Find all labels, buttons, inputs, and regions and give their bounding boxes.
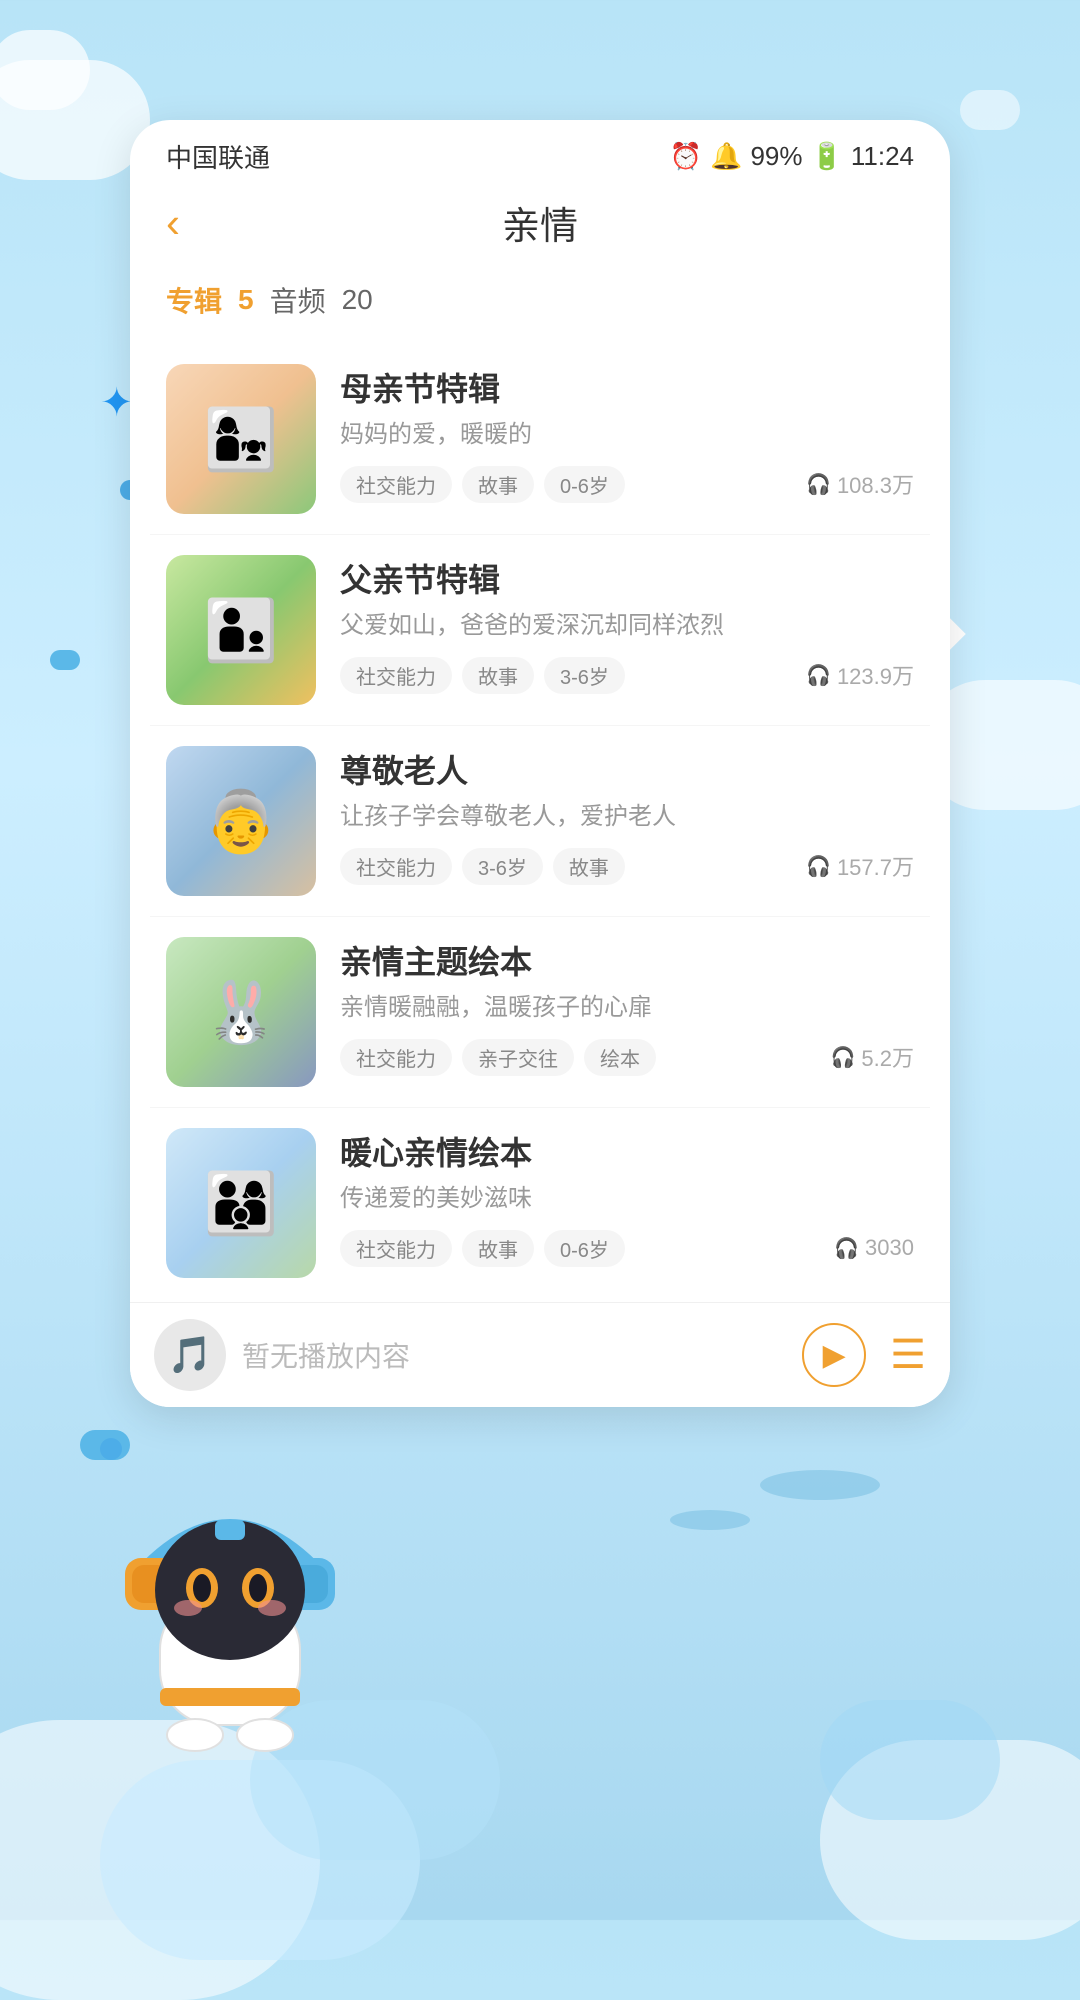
headphone-icon-4: 🎧: [831, 1045, 856, 1070]
tag-story-1: 故事: [462, 466, 534, 503]
playlist-button[interactable]: ☰: [890, 1332, 926, 1378]
alarm-icon: ⏰: [670, 141, 702, 172]
tag-story-5: 故事: [462, 1230, 534, 1267]
album-title-1: 母亲节特辑: [340, 364, 914, 410]
album-info-1: 母亲节特辑 妈妈的爱，暖暖的 社交能力 故事 0-6岁 🎧 108.3万: [340, 364, 914, 503]
back-button[interactable]: ‹: [166, 199, 180, 247]
album-list: 👩‍👧 母亲节特辑 妈妈的爱，暖暖的 社交能力 故事 0-6岁 🎧 108.3万: [130, 344, 950, 1298]
play-count-3: 🎧 157.7万: [806, 850, 914, 882]
tag-social-5: 社交能力: [340, 1230, 452, 1267]
page-title: 亲情: [502, 195, 578, 250]
tag-social-4: 社交能力: [340, 1039, 452, 1076]
tag-age-3: 3-6岁: [462, 848, 543, 885]
album-desc-1: 妈妈的爱，暖暖的: [340, 418, 914, 452]
album-desc-4: 亲情暖融融，温暖孩子的心扉: [340, 991, 914, 1025]
status-right: ⏰ 🔔 99% 🔋 11:24: [670, 141, 914, 172]
album-title-4: 亲情主题绘本: [340, 937, 914, 983]
album-desc-2: 父爱如山，爸爸的爱深沉却同样浓烈: [340, 609, 914, 643]
album-info-2: 父亲节特辑 父爱如山，爸爸的爱深沉却同样浓烈 社交能力 故事 3-6岁 🎧 12…: [340, 555, 914, 694]
headphone-icon-2: 🎧: [806, 663, 831, 688]
cloud-decoration-tl: [0, 60, 150, 180]
bell-icon: 🔔: [710, 141, 742, 172]
battery-icon: 🔋: [810, 141, 842, 172]
album-thumb-5: 👨‍👩‍👦: [166, 1128, 316, 1278]
headphone-icon-5: 🎧: [834, 1236, 859, 1261]
play-button[interactable]: ▶: [802, 1323, 866, 1387]
page-header: ‹ 亲情: [130, 185, 950, 270]
album-stat-count: 5: [238, 284, 254, 316]
album-thumb-img-2: 👨‍👦: [166, 555, 316, 705]
album-thumb-1: 👩‍👧: [166, 364, 316, 514]
album-tags-row-5: 社交能力 故事 0-6岁 🎧 3030: [340, 1230, 914, 1267]
headphone-icon-3: 🎧: [806, 854, 831, 879]
album-info-4: 亲情主题绘本 亲情暖融融，温暖孩子的心扉 社交能力 亲子交往 绘本 🎧 5.2万: [340, 937, 914, 1076]
album-tags-row-4: 社交能力 亲子交往 绘本 🎧 5.2万: [340, 1039, 914, 1076]
headphone-icon-1: 🎧: [806, 472, 831, 497]
album-thumb-img-1: 👩‍👧: [166, 364, 316, 514]
album-thumb-4: 🐰: [166, 937, 316, 1087]
album-item-3[interactable]: 👵 尊敬老人 让孩子学会尊敬老人，爱护老人 社交能力 3-6岁 故事 🎧 157…: [150, 726, 930, 917]
cloud-decoration-ml: [50, 650, 80, 670]
player-thumb: 🎵: [154, 1319, 226, 1391]
carrier-label: 中国联通: [166, 138, 270, 175]
album-thumb-3: 👵: [166, 746, 316, 896]
bottom-cloud-5: [820, 1700, 1000, 1820]
battery-label: 99%: [750, 141, 802, 172]
player-controls: ▶ ☰: [802, 1323, 926, 1387]
album-title-2: 父亲节特辑: [340, 555, 914, 601]
play-count-num-5: 3030: [865, 1235, 914, 1261]
shadow-oval-2: [670, 1510, 750, 1530]
tag-social-3: 社交能力: [340, 848, 452, 885]
status-bar: 中国联通 ⏰ 🔔 99% 🔋 11:24: [130, 120, 950, 185]
play-count-5: 🎧 3030: [834, 1235, 914, 1261]
play-count-num-1: 108.3万: [837, 468, 914, 500]
album-item-5[interactable]: 👨‍👩‍👦 暖心亲情绘本 传递爱的美妙滋味 社交能力 故事 0-6岁 🎧 303…: [150, 1108, 930, 1298]
tag-parent-4: 亲子交往: [462, 1039, 574, 1076]
tag-picture-4: 绘本: [584, 1039, 656, 1076]
main-card: 中国联通 ⏰ 🔔 99% 🔋 11:24 ‹ 亲情 专辑 5 音频 20 👩‍👧…: [130, 120, 950, 1407]
album-desc-5: 传递爱的美妙滋味: [340, 1182, 914, 1216]
cloud-decoration-tr: [960, 90, 1020, 130]
tag-age-1: 0-6岁: [544, 466, 625, 503]
album-desc-3: 让孩子学会尊敬老人，爱护老人: [340, 800, 914, 834]
album-thumb-2: 👨‍👦: [166, 555, 316, 705]
album-thumb-img-3: 👵: [166, 746, 316, 896]
album-title-3: 尊敬老人: [340, 746, 914, 792]
play-count-2: 🎧 123.9万: [806, 659, 914, 691]
player-bar: 🎵 暂无播放内容 ▶ ☰: [130, 1302, 950, 1407]
tag-age-2: 3-6岁: [544, 657, 625, 694]
player-no-content: 暂无播放内容: [242, 1335, 802, 1375]
album-info-5: 暖心亲情绘本 传递爱的美妙滋味 社交能力 故事 0-6岁 🎧 3030: [340, 1128, 914, 1267]
album-title-5: 暖心亲情绘本: [340, 1128, 914, 1174]
stats-row: 专辑 5 音频 20: [130, 270, 950, 344]
album-tags-row-1: 社交能力 故事 0-6岁 🎧 108.3万: [340, 466, 914, 503]
star-decoration: ✦: [100, 380, 134, 426]
tag-age-5: 0-6岁: [544, 1230, 625, 1267]
album-tags-row-3: 社交能力 3-6岁 故事 🎧 157.7万: [340, 848, 914, 885]
album-tags-row-2: 社交能力 故事 3-6岁 🎧 123.9万: [340, 657, 914, 694]
tag-social-1: 社交能力: [340, 466, 452, 503]
play-count-1: 🎧 108.3万: [806, 468, 914, 500]
tag-story-3: 故事: [553, 848, 625, 885]
album-thumb-img-5: 👨‍👩‍👦: [166, 1128, 316, 1278]
album-stat-label: 专辑: [166, 280, 222, 320]
tag-story-2: 故事: [462, 657, 534, 694]
time-label: 11:24: [851, 141, 914, 172]
play-count-num-4: 5.2万: [861, 1041, 914, 1073]
robot-mascot: [90, 1440, 370, 1760]
album-item-4[interactable]: 🐰 亲情主题绘本 亲情暖融融，温暖孩子的心扉 社交能力 亲子交往 绘本 🎧 5.…: [150, 917, 930, 1108]
shadow-oval-1: [760, 1470, 880, 1500]
album-thumb-img-4: 🐰: [166, 937, 316, 1087]
play-count-num-2: 123.9万: [837, 659, 914, 691]
tag-social-2: 社交能力: [340, 657, 452, 694]
play-count-4: 🎧 5.2万: [831, 1041, 915, 1073]
album-item-1[interactable]: 👩‍👧 母亲节特辑 妈妈的爱，暖暖的 社交能力 故事 0-6岁 🎧 108.3万: [150, 344, 930, 535]
album-info-3: 尊敬老人 让孩子学会尊敬老人，爱护老人 社交能力 3-6岁 故事 🎧 157.7…: [340, 746, 914, 885]
audio-stat-count: 20: [342, 284, 373, 316]
album-item-2[interactable]: 👨‍👦 父亲节特辑 父爱如山，爸爸的爱深沉却同样浓烈 社交能力 故事 3-6岁 …: [150, 535, 930, 726]
audio-stat-label: 音频: [270, 280, 326, 320]
play-count-num-3: 157.7万: [837, 850, 914, 882]
